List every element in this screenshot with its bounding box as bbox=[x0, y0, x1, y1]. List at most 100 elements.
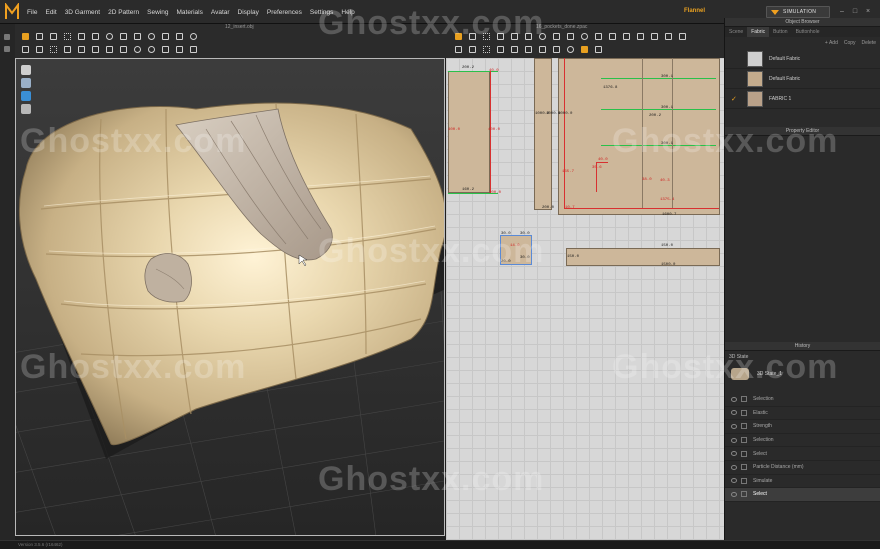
puckering-icon[interactable] bbox=[175, 45, 184, 54]
eye-icon[interactable] bbox=[731, 437, 737, 443]
menu-avatar[interactable]: Avatar bbox=[211, 9, 230, 16]
add-fabric-button[interactable]: + Add bbox=[825, 40, 838, 46]
line-icon[interactable] bbox=[105, 45, 114, 54]
eye-icon[interactable] bbox=[731, 464, 737, 470]
menu-display[interactable]: Display bbox=[238, 9, 259, 16]
internal-polygon-icon[interactable] bbox=[552, 32, 561, 41]
pin-box-icon[interactable] bbox=[63, 32, 72, 41]
history-item[interactable]: Elastic bbox=[725, 407, 880, 421]
buttonhole-icon[interactable] bbox=[147, 45, 156, 54]
strip-handle-icon[interactable] bbox=[4, 46, 10, 52]
history-item[interactable]: Simulate bbox=[725, 475, 880, 489]
internal-rectangle-icon[interactable] bbox=[566, 32, 575, 41]
rectangle-icon[interactable] bbox=[524, 32, 533, 41]
menu-3d-garment[interactable]: 3D Garment bbox=[65, 9, 100, 16]
delete-fabric-button[interactable]: Delete bbox=[862, 40, 876, 46]
texture-view-icon[interactable] bbox=[21, 91, 31, 101]
pattern-piece-front[interactable] bbox=[558, 58, 720, 215]
internal-circle-icon[interactable] bbox=[580, 32, 589, 41]
history-item[interactable]: Strength bbox=[725, 420, 880, 434]
steam-icon[interactable] bbox=[119, 32, 128, 41]
history-item[interactable]: Select bbox=[725, 447, 880, 461]
history-state[interactable]: 3D State_1 bbox=[725, 363, 880, 385]
simulation-button[interactable]: SIMULATION bbox=[766, 6, 830, 18]
pattern-piece-side[interactable] bbox=[448, 71, 490, 193]
grid-icon[interactable] bbox=[594, 45, 603, 54]
ruler-icon[interactable] bbox=[552, 45, 561, 54]
lasso-icon[interactable] bbox=[189, 32, 198, 41]
gold-settings-icon[interactable] bbox=[580, 45, 589, 54]
eye-icon[interactable] bbox=[731, 396, 737, 402]
seam-icon[interactable] bbox=[119, 45, 128, 54]
polygon-icon[interactable] bbox=[510, 32, 519, 41]
tack-icon[interactable] bbox=[91, 32, 100, 41]
zipper-icon[interactable] bbox=[161, 45, 170, 54]
annotation-icon[interactable] bbox=[538, 45, 547, 54]
fold-line-icon[interactable] bbox=[510, 45, 519, 54]
fold-icon[interactable] bbox=[49, 32, 58, 41]
pin-icon[interactable] bbox=[77, 32, 86, 41]
eye-icon[interactable] bbox=[731, 451, 737, 457]
brush-icon[interactable] bbox=[147, 32, 156, 41]
menu-sewing[interactable]: Sewing bbox=[147, 9, 168, 16]
history-item[interactable]: Selection bbox=[725, 393, 880, 407]
fabric-grain-icon[interactable] bbox=[650, 32, 659, 41]
eye-icon[interactable] bbox=[731, 478, 737, 484]
garment-icon[interactable] bbox=[35, 45, 44, 54]
viewport-3d[interactable] bbox=[15, 58, 445, 536]
eye-icon[interactable] bbox=[731, 491, 737, 497]
topstitch-icon[interactable] bbox=[189, 45, 198, 54]
view3d-file-title[interactable]: 12_insert.obj bbox=[225, 24, 254, 30]
minimize-icon[interactable]: – bbox=[838, 8, 846, 16]
notch-icon[interactable] bbox=[496, 45, 505, 54]
history-item[interactable]: Selection bbox=[725, 434, 880, 448]
pattern-piece-strip[interactable] bbox=[534, 58, 552, 210]
history-item[interactable]: Particle Distance (mm) bbox=[725, 461, 880, 475]
view2d-file-title[interactable]: 16_pockets_done.zpac bbox=[536, 24, 587, 30]
segment-sewing-icon[interactable] bbox=[608, 32, 617, 41]
eye-icon[interactable] bbox=[731, 410, 737, 416]
light-view-icon[interactable] bbox=[21, 104, 31, 114]
maximize-icon[interactable]: □ bbox=[851, 8, 859, 16]
menu-2d-pattern[interactable]: 2D Pattern bbox=[108, 9, 139, 16]
check-sewing-icon[interactable] bbox=[636, 32, 645, 41]
snapshot-icon[interactable] bbox=[175, 32, 184, 41]
free-sewing-icon[interactable] bbox=[622, 32, 631, 41]
user-name[interactable]: Flannel bbox=[684, 8, 705, 14]
tab-scene[interactable]: Scene bbox=[725, 27, 747, 37]
fabric-item[interactable]: Default Fabric bbox=[725, 49, 880, 69]
circle-icon[interactable] bbox=[538, 32, 547, 41]
elastic-icon[interactable] bbox=[524, 45, 533, 54]
select-mesh-icon[interactable] bbox=[35, 32, 44, 41]
flatten-icon[interactable] bbox=[49, 45, 58, 54]
tab-buttonhole[interactable]: Buttonhole bbox=[792, 27, 824, 37]
strip-handle-icon[interactable] bbox=[4, 34, 10, 40]
eye-icon[interactable] bbox=[731, 423, 737, 429]
viewport-2d[interactable]: 200.2 40.0 400.0 400.0 160.2 200.0 1000.… bbox=[446, 58, 724, 540]
tab-fabric[interactable]: Fabric bbox=[747, 27, 770, 37]
texture-editor-icon[interactable] bbox=[664, 32, 673, 41]
select-move-icon[interactable] bbox=[21, 32, 30, 41]
transform-pattern-icon[interactable] bbox=[454, 32, 463, 41]
texture-icon[interactable] bbox=[161, 32, 170, 41]
pattern-piece-band[interactable] bbox=[566, 248, 720, 266]
thread-icon[interactable] bbox=[91, 45, 100, 54]
menu-edit[interactable]: Edit bbox=[45, 9, 56, 16]
button-icon[interactable] bbox=[133, 45, 142, 54]
measure-icon[interactable] bbox=[105, 32, 114, 41]
trace-icon[interactable] bbox=[454, 45, 463, 54]
menu-file[interactable]: File bbox=[27, 9, 37, 16]
menu-settings[interactable]: Settings bbox=[310, 9, 334, 16]
dart-icon[interactable] bbox=[594, 32, 603, 41]
avatar-view-icon[interactable] bbox=[21, 78, 31, 88]
add-point-icon[interactable] bbox=[496, 32, 505, 41]
fabric-item[interactable]: ✓ FABRIC 1 bbox=[725, 89, 880, 109]
edit-pattern-icon[interactable] bbox=[468, 32, 477, 41]
transform-icon[interactable] bbox=[21, 45, 30, 54]
arrangement-icon[interactable] bbox=[77, 45, 86, 54]
garment-view-icon[interactable] bbox=[21, 65, 31, 75]
menu-preferences[interactable]: Preferences bbox=[267, 9, 302, 16]
edit-curvature-icon[interactable] bbox=[482, 32, 491, 41]
length-icon[interactable] bbox=[566, 45, 575, 54]
grading-icon[interactable] bbox=[678, 32, 687, 41]
